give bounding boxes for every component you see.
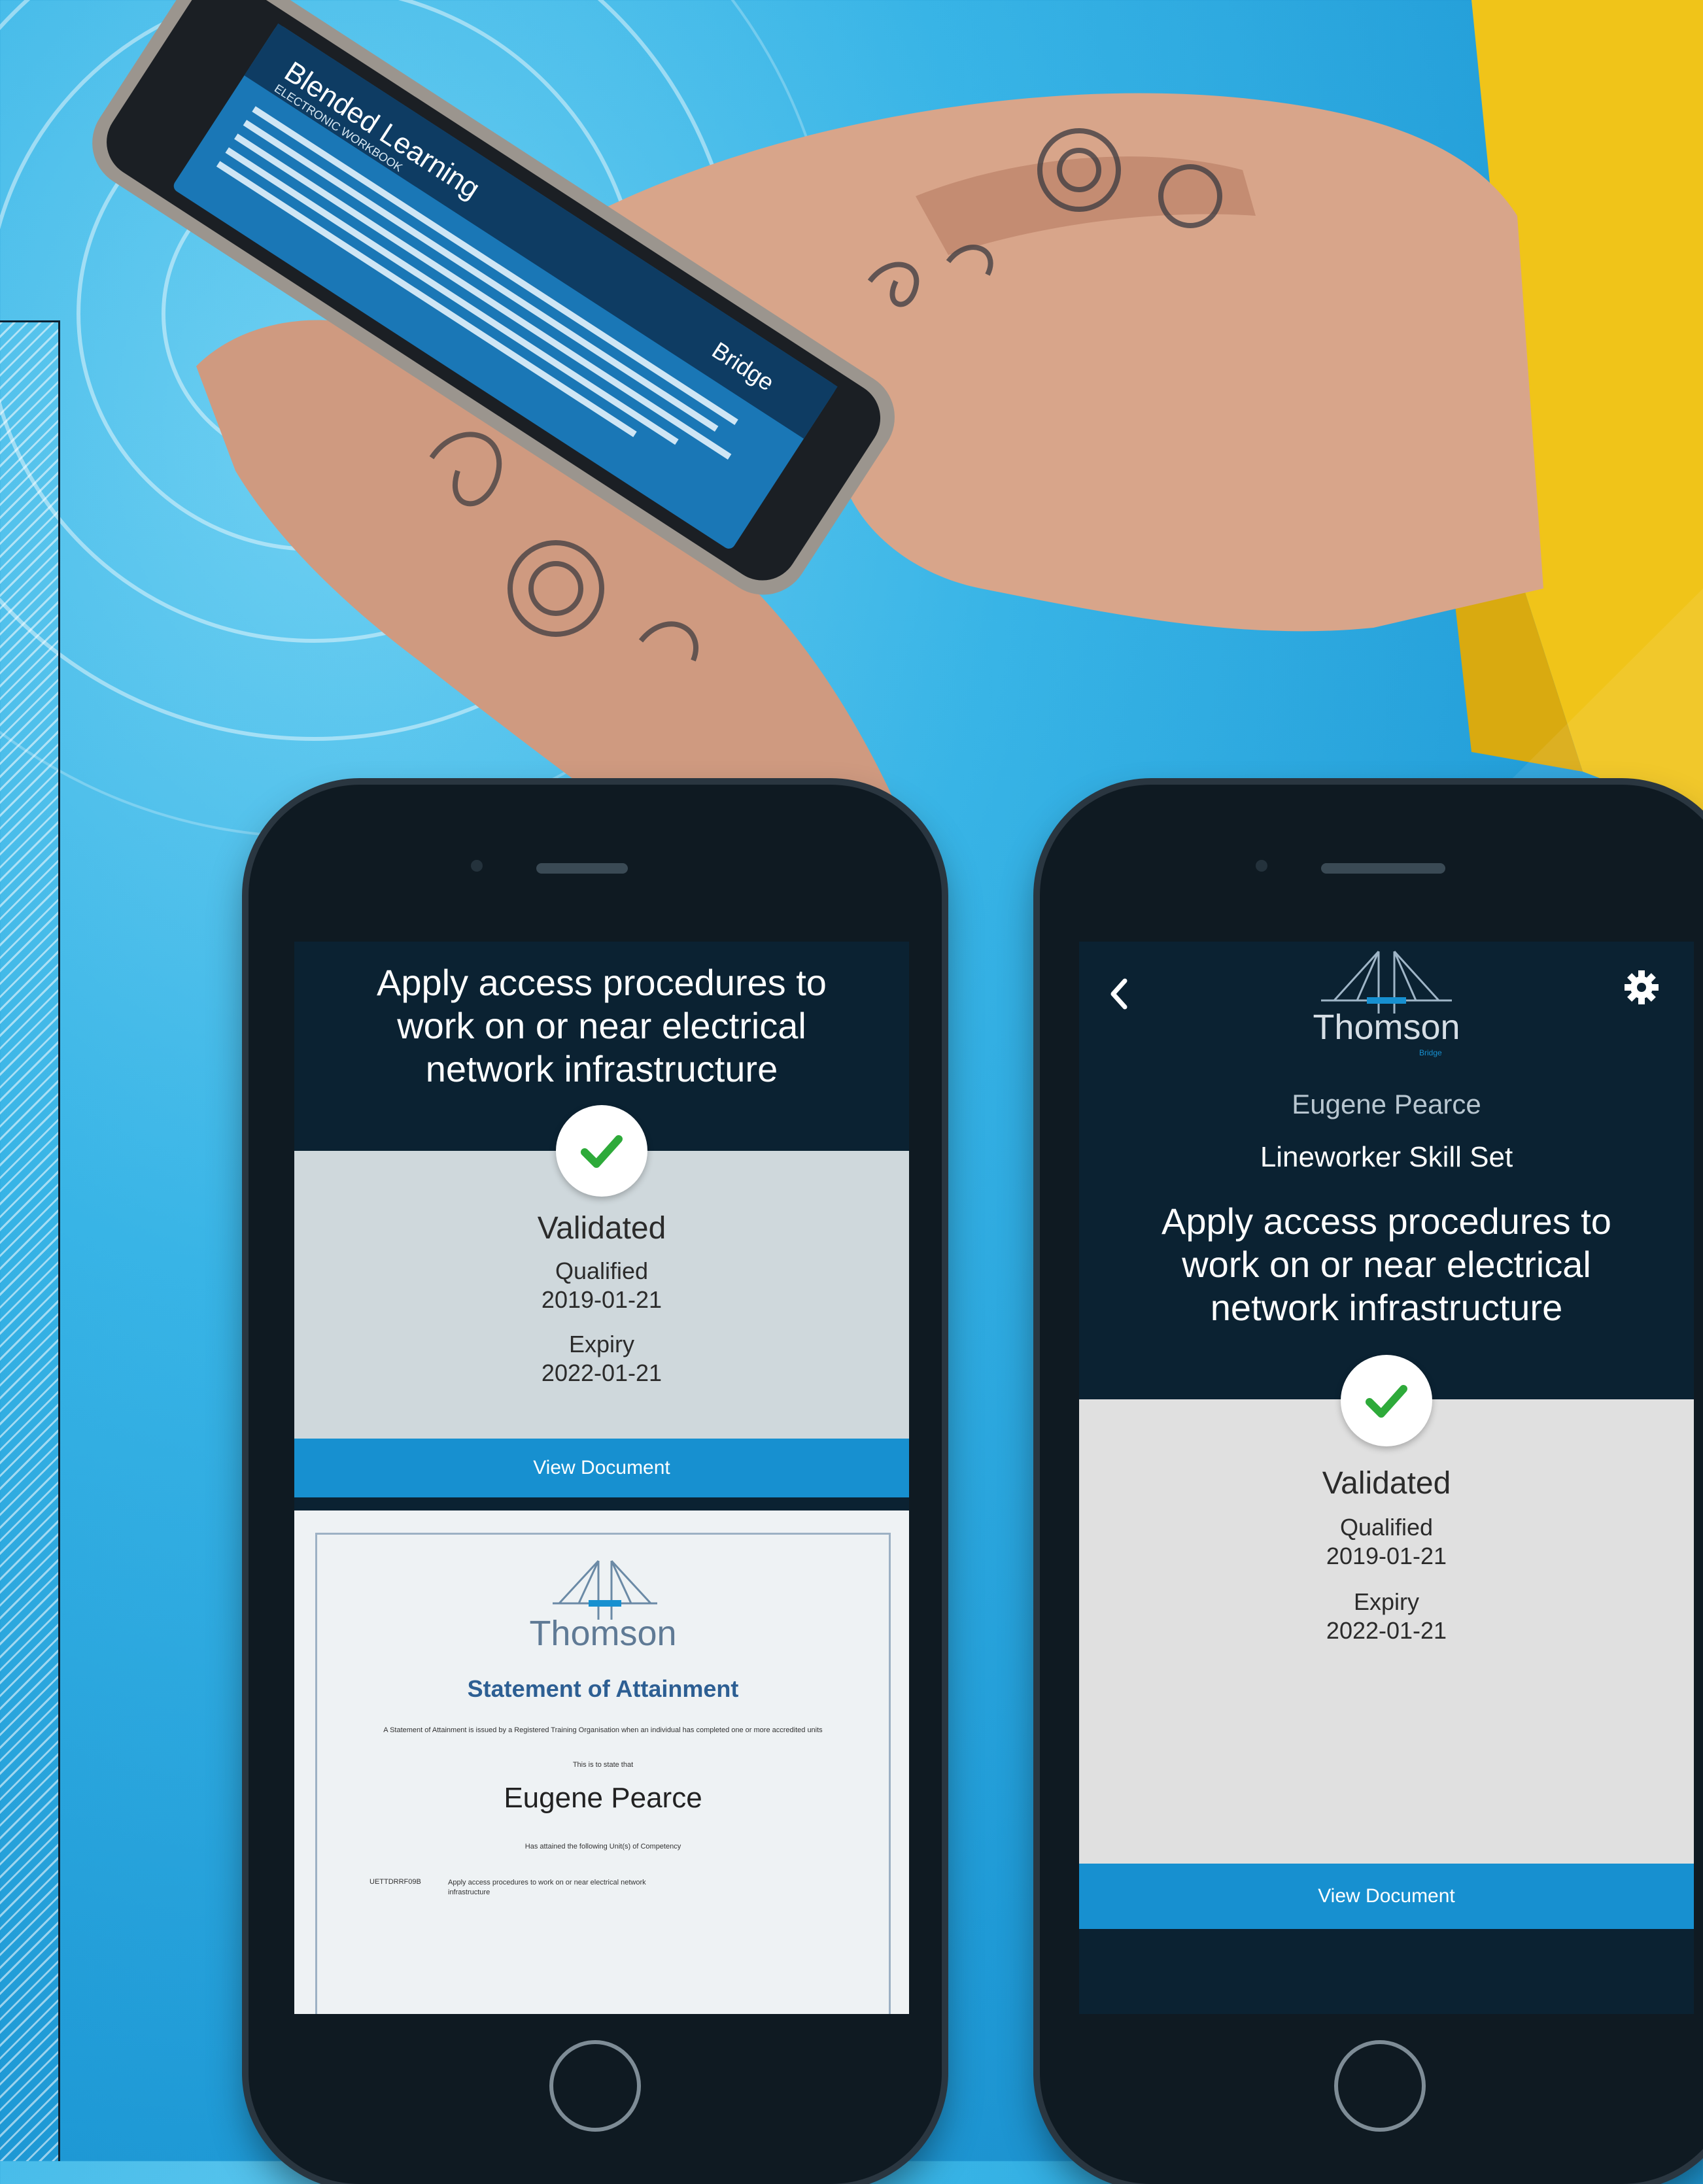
certificate-attained: Has attained the following Unit(s) of Co…: [525, 1843, 681, 1851]
camera: [471, 860, 483, 872]
check-icon: [1366, 1385, 1407, 1418]
certificate-title: Statement of Attainment: [467, 1675, 739, 1702]
camera: [1256, 860, 1267, 872]
certificate-intro: A Statement of Attainment is issued by a…: [383, 1726, 823, 1734]
app-header: Thomson Bridge Eugene Pearce Lineworker …: [1079, 942, 1694, 1399]
qualified-label: Qualified: [1339, 1514, 1434, 1541]
footer-bar: [1079, 1929, 1694, 2014]
gear-icon[interactable]: [1622, 968, 1661, 1007]
certificate-name: Eugene Pearce: [504, 1782, 702, 1814]
certificate-unit-desc: Apply access procedures to work on or ne…: [448, 1879, 646, 1896]
phone-right: Thomson Bridge Eugene Pearce Lineworker …: [1040, 785, 1703, 2184]
certificate-preview: Thomson Statement of Attainment A Statem…: [294, 1510, 909, 2014]
check-badge: [556, 1105, 647, 1197]
qualified-label: Qualified: [555, 1257, 649, 1284]
qualified-date: 2019-01-21: [1326, 1543, 1447, 1569]
check-badge: [1341, 1355, 1432, 1446]
home-button[interactable]: [1334, 2040, 1426, 2132]
skill-set-name: Lineworker Skill Set: [1260, 1141, 1513, 1173]
certificate-state-that: This is to state that: [572, 1761, 634, 1769]
speaker: [536, 863, 628, 874]
status-label: Validated: [1322, 1466, 1451, 1501]
unit-title: Apply access procedures to work on or ne…: [377, 962, 827, 1089]
unit-title: Apply access procedures to work on or ne…: [1161, 1201, 1611, 1328]
qualified-date: 2019-01-21: [541, 1286, 662, 1313]
view-document-button[interactable]: View Document: [294, 1439, 909, 1497]
certificate-unit-code: UETTDRRF09B: [370, 1878, 421, 1886]
decorative-rings: [0, 0, 838, 838]
expiry-date: 2022-01-21: [1326, 1617, 1447, 1644]
home-button[interactable]: [549, 2040, 641, 2132]
status-label: Validated: [537, 1211, 666, 1246]
person-name: Eugene Pearce: [1292, 1089, 1481, 1119]
expiry-label: Expiry: [568, 1331, 635, 1357]
logo-text: Thomson: [1313, 1008, 1460, 1047]
certificate-logo-text: Thomson: [529, 1614, 677, 1653]
status-panel: Validated Qualified 2019-01-21 Expiry 20…: [1079, 1399, 1694, 1864]
screen-right: Thomson Bridge Eugene Pearce Lineworker …: [1079, 942, 1694, 2014]
expiry-label: Expiry: [1353, 1588, 1420, 1615]
speaker: [1321, 863, 1445, 874]
view-document-button[interactable]: View Document: [1079, 1864, 1694, 1929]
check-icon: [581, 1135, 623, 1168]
expiry-date: 2022-01-21: [541, 1359, 662, 1386]
hatched-panel: [0, 320, 60, 2161]
phone-left: Apply access procedures to work on or ne…: [249, 785, 942, 2184]
screen-left: Apply access procedures to work on or ne…: [294, 942, 909, 2014]
logo-subtext: Bridge: [1419, 1048, 1442, 1057]
